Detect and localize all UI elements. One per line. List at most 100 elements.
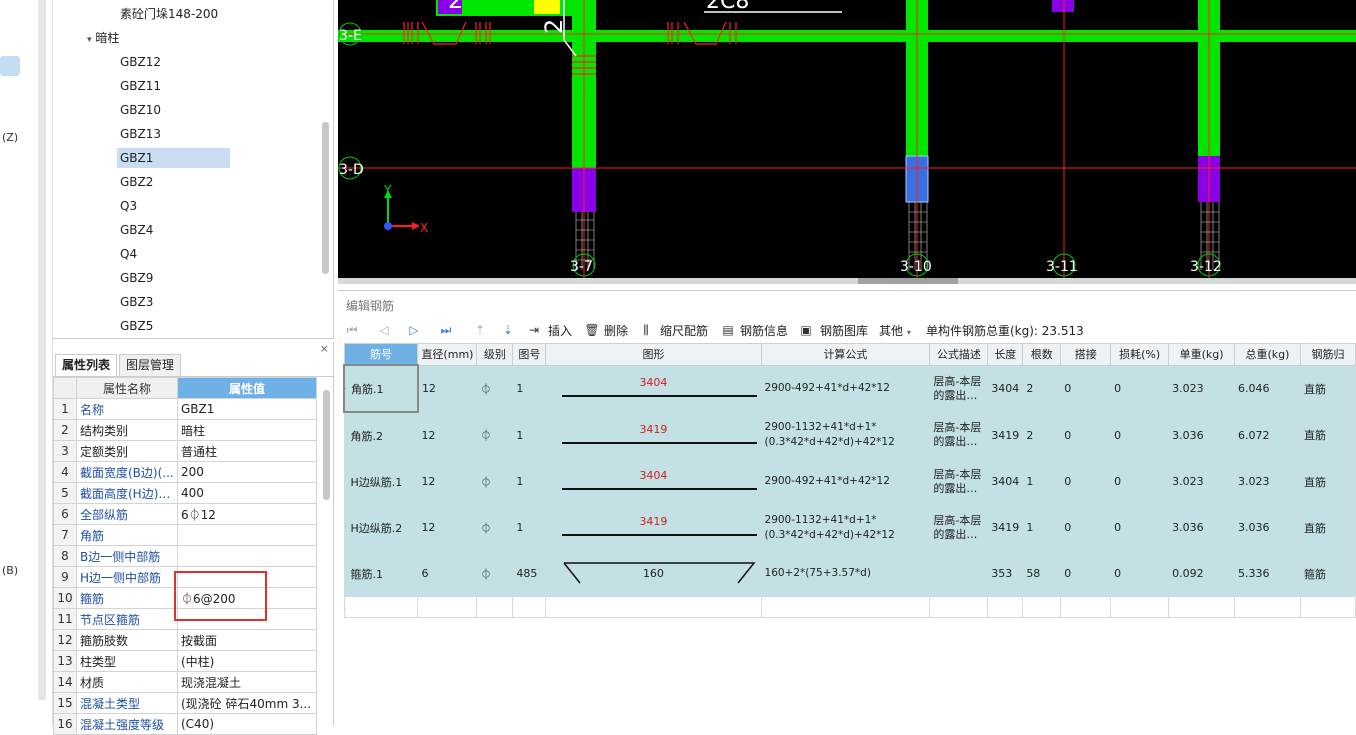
rebar-formula-desc[interactable] (929, 550, 989, 597)
rebar-count[interactable]: 58 (1022, 550, 1062, 597)
rebar-formula-desc[interactable]: 层高-本层的露出… (929, 504, 989, 551)
rebar-diameter[interactable]: 12 (417, 504, 478, 551)
column-header[interactable]: 级别 (476, 343, 514, 366)
rebar-unit-weight[interactable]: 3.023 (1168, 458, 1236, 505)
rebar-shape-cell[interactable]: 3404 (545, 458, 762, 505)
last-record-icon[interactable]: ⏭ (438, 322, 454, 338)
empty-cell[interactable] (987, 596, 1024, 618)
collapse-arrow-icon[interactable]: ▾ (87, 35, 92, 45)
left-strip-scrollbar[interactable] (38, 0, 46, 700)
rebar-length[interactable]: 3404 (987, 458, 1024, 505)
rebar-total-weight[interactable]: 5.336 (1234, 550, 1301, 597)
tree-item[interactable]: GBZ3 (117, 292, 156, 312)
tree-item[interactable]: Q4 (117, 244, 140, 264)
rebar-lap[interactable]: 0 (1060, 411, 1112, 459)
insert-button[interactable]: 插入 (548, 322, 572, 340)
rebar-figure-no[interactable]: 1 (512, 458, 547, 505)
rebar-type[interactable]: 直筋 (1299, 458, 1356, 505)
property-row[interactable]: 6 全部纵筋 6⏀12 (53, 503, 317, 525)
property-value[interactable]: (现浇砼 碎石40mm 3... (177, 692, 317, 714)
scale-rebar-button[interactable]: 缩尺配筋 (660, 322, 708, 340)
rebar-count[interactable]: 1 (1022, 504, 1062, 551)
empty-cell[interactable] (545, 596, 762, 618)
cad-canvas[interactable]: 2 2 2C8 3-E 3-D 3-7 3-10 3-11 3-12 Y X (338, 0, 1356, 278)
rebar-figure-no[interactable]: 485 (512, 550, 547, 597)
column-yellow[interactable] (534, 0, 560, 14)
rebar-shape-cell[interactable]: 3404 (545, 364, 762, 413)
rebar-grade[interactable]: ⏀ (476, 550, 514, 597)
property-row[interactable]: 8 B边一侧中部筋 (53, 545, 317, 567)
empty-cell[interactable] (1110, 596, 1170, 618)
rebar-total-weight[interactable]: 6.072 (1234, 411, 1301, 459)
rebar-shape-cell[interactable]: 3419 (545, 411, 762, 459)
column-purple[interactable] (1052, 0, 1074, 12)
rebar-type[interactable]: 箍筋 (1299, 550, 1356, 597)
rebar-row[interactable]: 2 角筋.2 12⏀1 3419 2900-1132+41*d+1*(0.3*42*d+… (343, 411, 1356, 459)
column-header[interactable]: 图形 (545, 343, 762, 366)
column-header[interactable]: 计算公式 (760, 343, 931, 366)
rebar-name-cell[interactable]: 3 H边纵筋.1 (343, 458, 419, 505)
rebar-formula-desc[interactable]: 层高-本层的露出… (929, 364, 989, 413)
empty-cell[interactable] (1234, 596, 1301, 618)
rebar-length[interactable]: 353 (987, 550, 1024, 597)
other-dropdown[interactable]: 其他 ▾ (879, 322, 911, 340)
tree-item[interactable]: GBZ4 (117, 220, 156, 240)
rebar-count[interactable]: 2 (1022, 411, 1062, 459)
rebar-loss[interactable]: 0 (1110, 550, 1170, 597)
tree-item[interactable]: GBZ12 (117, 52, 164, 72)
property-value[interactable]: 暗柱 (177, 419, 317, 441)
property-value[interactable]: 6⏀12 (177, 503, 317, 525)
rebar-row[interactable]: 1角筋.112⏀134042900-492+41*d+42*12层高-本层的露出… (343, 364, 1356, 413)
rebar-figure-no[interactable]: 1 (512, 411, 547, 459)
column-header[interactable]: 损耗(%) (1110, 343, 1170, 366)
cad-drawing[interactable]: 2 2 2C8 3-E 3-D 3-7 3-10 3-11 3-12 Y X (338, 0, 1356, 278)
rebar-figure-no[interactable]: 1 (512, 504, 547, 551)
tab-property-list[interactable]: 属性列表 (55, 354, 118, 376)
delete-button[interactable]: 删除 (604, 322, 628, 340)
rebar-loss[interactable]: 0 (1110, 411, 1170, 459)
property-row[interactable]: 7 角筋 (53, 524, 317, 546)
rebar-total-weight[interactable]: 3.023 (1234, 458, 1301, 505)
rebar-unit-weight[interactable]: 3.036 (1168, 504, 1236, 551)
rebar-formula[interactable]: 160+2*(75+3.57*d) (760, 550, 931, 597)
tree-item-selected[interactable]: GBZ1 (117, 148, 230, 168)
rebar-name-cell[interactable]: 4 H边纵筋.2 (343, 504, 419, 551)
rebar-lap[interactable]: 0 (1060, 550, 1112, 597)
trash-icon[interactable]: 🗑 (584, 322, 600, 338)
rebar-lap[interactable]: 0 (1060, 504, 1112, 551)
tree-group-hidden-column[interactable]: ▾ 暗柱 (87, 28, 119, 48)
rebar-shape-cell[interactable]: 160 (545, 550, 762, 597)
rebar-count[interactable]: 2 (1022, 364, 1062, 413)
property-value[interactable]: (C40) (177, 713, 317, 735)
rebar-loss[interactable]: 0 (1110, 458, 1170, 505)
empty-cell[interactable] (929, 596, 989, 618)
property-value[interactable]: (中柱) (177, 650, 317, 672)
property-row[interactable]: 1 名称 GBZ1 (53, 398, 317, 420)
property-row[interactable]: 2 结构类别 暗柱 (53, 419, 317, 441)
empty-cell[interactable] (1299, 596, 1356, 618)
rebar-grade[interactable]: ⏀ (476, 458, 514, 505)
rebar-library-icon[interactable]: ▣ (798, 322, 814, 338)
rebar-loss[interactable]: 0 (1110, 504, 1170, 551)
column-header[interactable]: 直径(mm) (417, 343, 478, 366)
move-down-icon[interactable]: ⇣ (500, 322, 516, 338)
column-header[interactable]: 搭接 (1060, 343, 1112, 366)
move-up-icon[interactable]: ⇡ (472, 322, 488, 338)
property-row[interactable]: 16 混凝土强度等级 (C40) (53, 713, 317, 735)
rebar-formula-desc[interactable]: 层高-本层的露出… (929, 458, 989, 505)
tree-item[interactable]: GBZ5 (117, 316, 156, 336)
rebar-lap[interactable]: 0 (1060, 458, 1112, 505)
insert-icon[interactable]: ⇥ (526, 322, 542, 338)
property-row[interactable]: 15 混凝土类型 (现浇砼 碎石40mm 3... (53, 692, 317, 714)
empty-cell[interactable] (1060, 596, 1112, 618)
rebar-unit-weight[interactable]: 0.092 (1168, 550, 1236, 597)
next-record-icon[interactable]: ▷ (406, 322, 422, 338)
column-header[interactable]: 单重(kg) (1168, 343, 1236, 366)
rebar-shape-cell[interactable]: 3419 (545, 504, 762, 551)
tree-item[interactable]: GBZ13 (117, 124, 164, 144)
rebar-unit-weight[interactable]: 3.036 (1168, 411, 1236, 459)
rebar-library-button[interactable]: 钢筋图库 (820, 322, 868, 340)
prev-record-icon[interactable]: ◁ (376, 322, 392, 338)
property-row[interactable]: 14 材质 现浇混凝土 (53, 671, 317, 693)
tab-layer-manager[interactable]: 图层管理 (119, 354, 182, 376)
